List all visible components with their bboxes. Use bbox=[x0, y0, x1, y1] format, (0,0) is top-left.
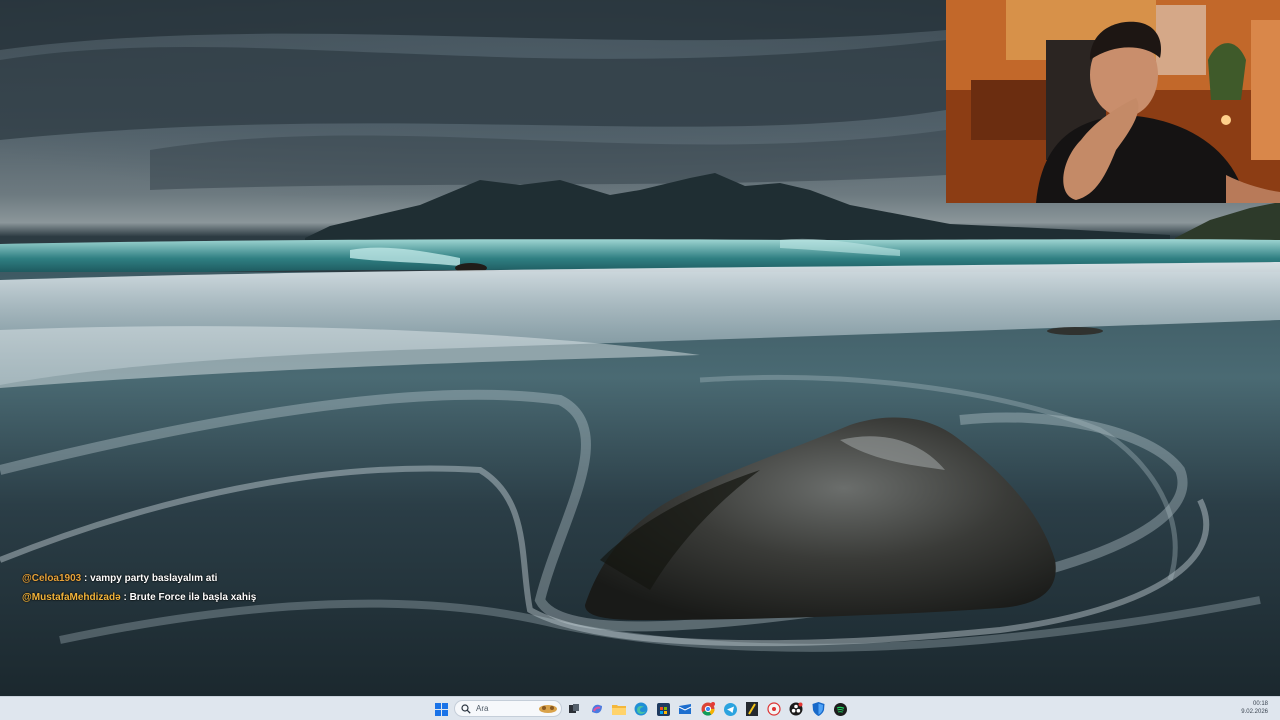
search-icon bbox=[461, 703, 471, 714]
windows-start-icon[interactable] bbox=[433, 701, 449, 717]
edge-icon[interactable] bbox=[633, 701, 649, 717]
mail-icon[interactable] bbox=[677, 701, 693, 717]
chat-username: @Celoa1903 bbox=[22, 573, 82, 584]
clock-date: 9.02.2026 bbox=[1241, 709, 1268, 715]
chat-separator: : bbox=[84, 573, 88, 584]
file-explorer-icon[interactable] bbox=[611, 701, 627, 717]
desktop-screen: @Celoa1903 : vampy party baslayalım ati … bbox=[0, 0, 1280, 720]
taskbar: Ara 00:18 9.02.2026 bbox=[0, 696, 1280, 720]
webcam-overlay bbox=[946, 0, 1280, 203]
chrome-icon[interactable] bbox=[700, 701, 716, 717]
obs-icon[interactable] bbox=[788, 701, 804, 717]
search-highlight-icon bbox=[539, 705, 557, 713]
spotify-icon[interactable] bbox=[832, 701, 848, 717]
defender-icon[interactable] bbox=[810, 701, 826, 717]
store-icon[interactable] bbox=[655, 701, 671, 717]
chat-text: Brute Force ilə başla xahiş bbox=[129, 592, 257, 603]
clock-time: 00:18 bbox=[1252, 701, 1268, 707]
game-icon[interactable] bbox=[766, 701, 782, 717]
chat-separator: : bbox=[123, 592, 127, 603]
search-placeholder: Ara bbox=[476, 704, 489, 713]
system-clock[interactable]: 00:18 9.02.2026 bbox=[1241, 700, 1268, 716]
task-view-icon[interactable] bbox=[566, 701, 582, 717]
notes-icon[interactable] bbox=[744, 701, 760, 717]
chat-overlay: @Celoa1903 : vampy party baslayalım ati … bbox=[22, 569, 256, 607]
taskbar-search-input[interactable]: Ara bbox=[454, 700, 562, 717]
chat-message: @MustafaMehdizadə : Brute Force ilə başl… bbox=[22, 588, 256, 607]
webcam-person-image bbox=[946, 0, 1280, 203]
telegram-icon[interactable] bbox=[722, 701, 738, 717]
copilot-icon[interactable] bbox=[589, 701, 605, 717]
chat-message: @Celoa1903 : vampy party baslayalım ati bbox=[22, 569, 256, 588]
chat-username: @MustafaMehdizadə bbox=[22, 592, 121, 603]
chat-text: vampy party baslayalım ati bbox=[90, 573, 218, 584]
